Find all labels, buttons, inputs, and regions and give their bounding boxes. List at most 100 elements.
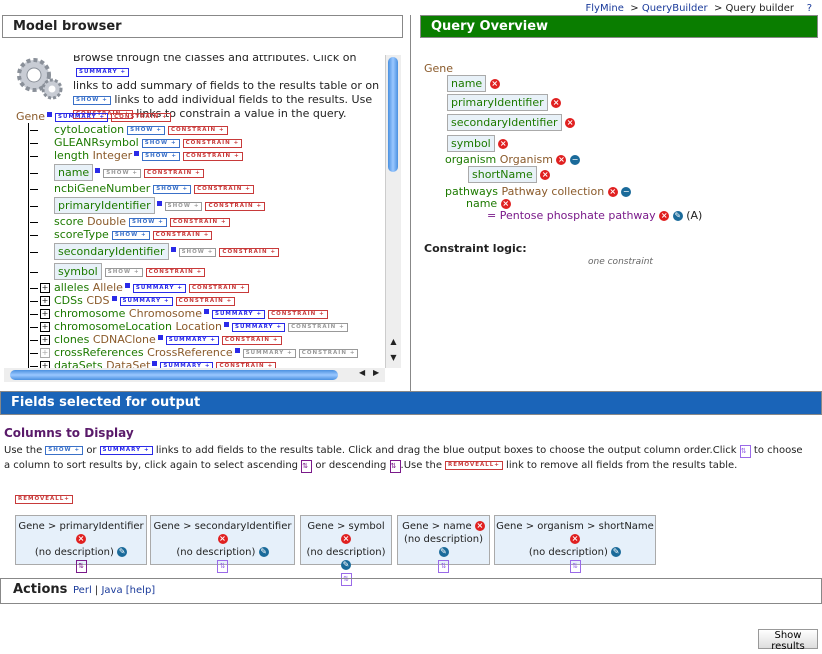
expand-icon[interactable]: + <box>40 309 50 319</box>
selected-field[interactable]: primaryIdentifier <box>447 94 548 111</box>
output-column-box[interactable]: Gene > organism > shortName × (no descrip… <box>494 515 656 573</box>
constrain-button[interactable]: CONSTRAIN + <box>111 112 171 122</box>
show-button[interactable]: SHOW + <box>129 217 167 227</box>
java-link[interactable]: Java <box>101 585 122 596</box>
shortname-field[interactable]: shortName <box>468 166 537 183</box>
show-button[interactable]: SHOW + <box>103 168 142 178</box>
show-button[interactable]: SHOW + <box>153 184 192 194</box>
constrain-button[interactable]: CONSTRAIN + <box>189 283 249 293</box>
constrain-button[interactable]: CONSTRAIN + <box>169 217 230 227</box>
selected-field[interactable]: name <box>447 75 487 92</box>
show-button[interactable]: SHOW + <box>141 138 180 148</box>
expand-icon[interactable]: + <box>40 361 50 368</box>
info-icon[interactable] <box>111 296 117 301</box>
crumb-querybuilder[interactable]: QueryBuilder <box>642 3 708 14</box>
show-button[interactable]: SHOW + <box>142 151 180 161</box>
constrain-button[interactable]: CONSTRAIN + <box>194 184 254 194</box>
remove-icon[interactable]: × <box>659 211 670 221</box>
expand-icon[interactable]: + <box>40 296 50 306</box>
edit-description-icon[interactable]: ✎ <box>438 547 449 557</box>
constrain-button[interactable]: CONSTRAIN + <box>288 322 348 332</box>
info-icon[interactable] <box>156 201 162 206</box>
info-icon[interactable] <box>124 283 130 288</box>
info-icon[interactable] <box>170 247 176 252</box>
edit-icon[interactable]: ✎ <box>672 211 683 221</box>
summary-button[interactable]: SUMMARY + <box>55 112 109 122</box>
info-icon[interactable] <box>234 348 240 353</box>
summary-button[interactable]: SUMMARY + <box>231 322 286 332</box>
info-icon[interactable] <box>47 112 53 117</box>
expand-icon[interactable]: + <box>40 348 50 358</box>
edit-description-icon[interactable]: ✎ <box>117 547 128 557</box>
show-button[interactable]: SHOW + <box>127 125 165 135</box>
constrain-button[interactable]: CONSTRAIN + <box>167 125 228 135</box>
info-icon[interactable] <box>134 151 140 156</box>
summary-button[interactable]: SUMMARY + <box>119 296 173 306</box>
expand-icon[interactable]: + <box>40 283 50 293</box>
help-link[interactable]: [help] <box>126 585 155 596</box>
crumb-flymine[interactable]: FlyMine <box>586 3 624 14</box>
output-column-box[interactable]: Gene > symbol × (no description) ✎ ⇅ <box>300 515 392 586</box>
scroll-down-icon[interactable]: ▼ <box>386 353 401 362</box>
horizontal-scrollbar[interactable]: ◀ ▶ <box>4 368 385 382</box>
constrain-button[interactable]: CONSTRAIN + <box>175 296 236 306</box>
remove-icon[interactable]: × <box>551 98 562 108</box>
remove-all-label[interactable]: REMOVEALL+ <box>15 494 73 504</box>
remove-column-icon[interactable]: × <box>217 534 228 544</box>
remove-column-icon[interactable]: × <box>341 534 351 544</box>
constrain-button[interactable]: CONSTRAIN + <box>145 267 206 277</box>
constrain-button[interactable]: CONSTRAIN + <box>182 151 243 161</box>
remove-column-icon[interactable]: × <box>474 521 485 531</box>
remove-all-button[interactable]: REMOVEALL+ <box>12 492 73 505</box>
hscroll-thumb[interactable] <box>10 370 338 380</box>
remove-icon[interactable]: × <box>556 155 567 165</box>
summary-button[interactable]: SUMMARY + <box>132 283 186 293</box>
summary-button[interactable]: SUMMARY + <box>165 335 219 345</box>
info-icon[interactable] <box>157 335 163 340</box>
info-icon[interactable] <box>203 309 209 314</box>
sort-icon[interactable]: ⇅ <box>75 560 87 573</box>
summary-button[interactable]: SUMMARY + <box>242 348 296 358</box>
collapse-icon[interactable]: − <box>621 187 632 197</box>
sort-icon[interactable]: ⇅ <box>569 560 581 573</box>
show-button[interactable]: SHOW + <box>104 267 143 277</box>
edit-description-icon[interactable]: ✎ <box>341 560 351 570</box>
constrain-button[interactable]: CONSTRAIN + <box>152 230 213 240</box>
show-results-button[interactable]: Show results <box>758 629 818 652</box>
constrain-button[interactable]: CONSTRAIN + <box>182 138 243 148</box>
output-column-box[interactable]: Gene > name × (no description) ✎ ⇅ <box>397 515 490 573</box>
expand-icon[interactable]: + <box>40 322 50 332</box>
remove-icon[interactable]: × <box>607 187 618 197</box>
remove-icon[interactable]: × <box>500 199 511 209</box>
info-icon[interactable] <box>95 168 101 173</box>
perl-link[interactable]: Perl <box>73 585 92 596</box>
constrain-button[interactable]: CONSTRAIN + <box>268 309 328 319</box>
constrain-button[interactable]: CONSTRAIN + <box>219 247 280 257</box>
show-button[interactable]: SHOW + <box>178 247 217 257</box>
help-link[interactable]: ? <box>807 3 812 14</box>
scroll-left-icon[interactable]: ◀ <box>359 368 365 377</box>
info-icon[interactable] <box>152 361 158 366</box>
constrain-button[interactable]: CONSTRAIN + <box>144 168 204 178</box>
info-icon[interactable] <box>223 322 229 327</box>
output-column-box[interactable]: Gene > primaryIdentifier × (no descriptio… <box>15 515 147 573</box>
constrain-button[interactable]: CONSTRAIN + <box>205 201 266 211</box>
show-button[interactable]: SHOW + <box>111 230 150 240</box>
scroll-right-icon[interactable]: ▶ <box>373 368 379 377</box>
remove-icon[interactable]: × <box>498 139 509 149</box>
sort-icon[interactable]: ⇅ <box>438 560 449 573</box>
remove-icon[interactable]: × <box>489 79 500 89</box>
expand-icon[interactable]: + <box>40 335 50 345</box>
summary-button[interactable]: SUMMARY + <box>211 309 266 319</box>
remove-column-icon[interactable]: × <box>76 534 86 544</box>
sort-icon[interactable]: ⇅ <box>217 560 228 573</box>
remove-icon[interactable]: × <box>565 118 576 128</box>
remove-icon[interactable]: × <box>540 170 551 180</box>
vertical-scrollbar[interactable]: ▲ ▼ <box>385 55 401 368</box>
collapse-icon[interactable]: − <box>569 155 580 165</box>
show-button[interactable]: SHOW + <box>164 201 203 211</box>
constrain-button[interactable]: CONSTRAIN + <box>221 335 282 345</box>
edit-description-icon[interactable]: ✎ <box>258 547 269 557</box>
remove-column-icon[interactable]: × <box>570 534 580 544</box>
constrain-button[interactable]: CONSTRAIN + <box>298 348 359 358</box>
